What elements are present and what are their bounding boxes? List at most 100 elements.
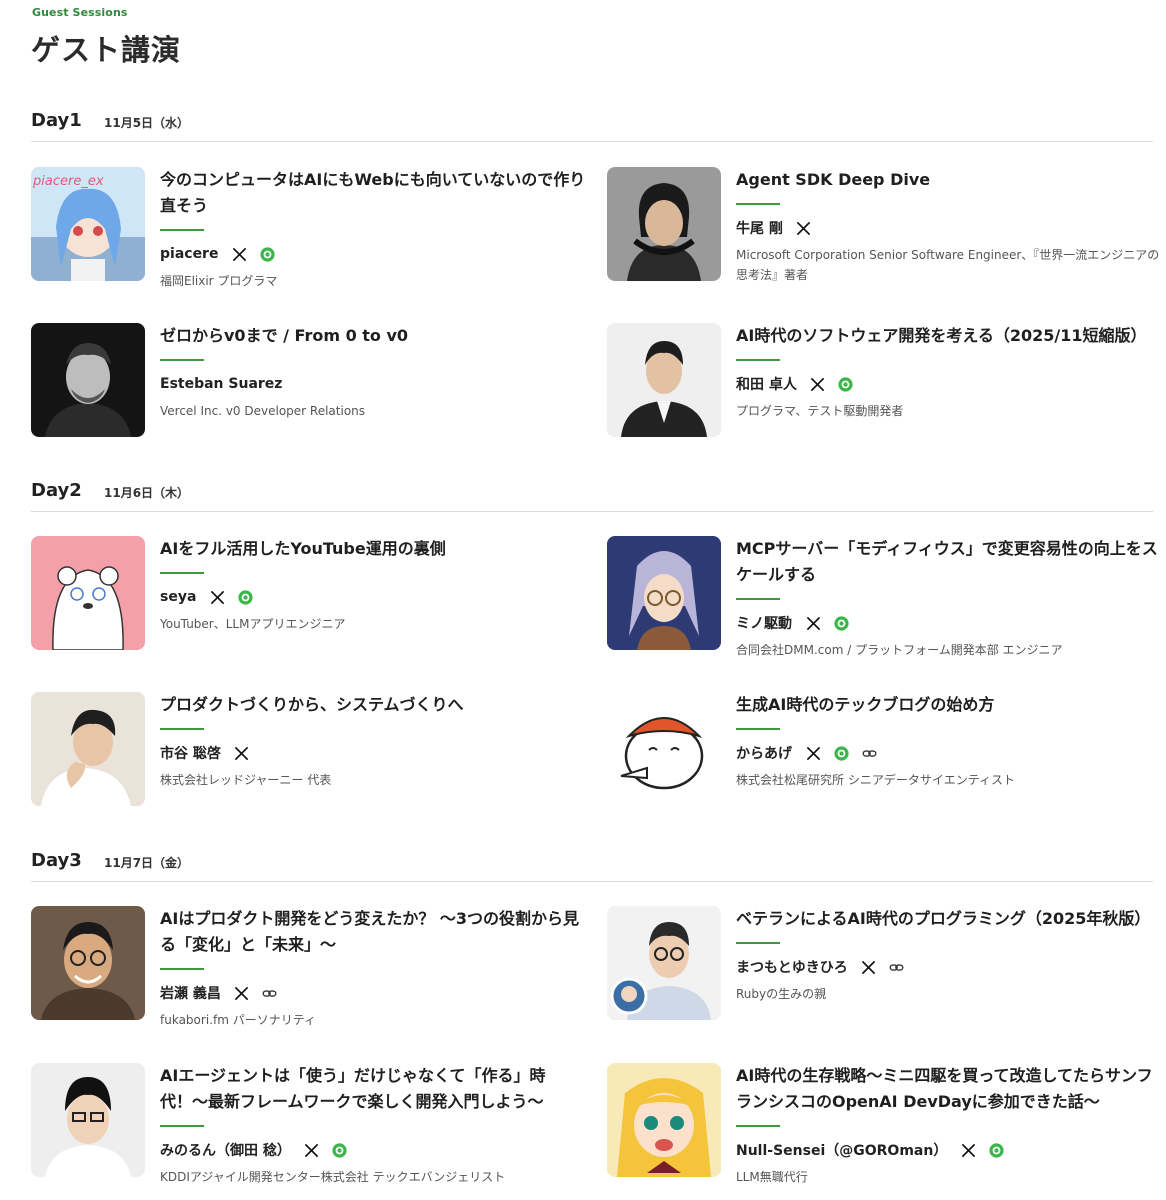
day-date: 11月7日（金） xyxy=(104,856,190,870)
title-divider xyxy=(160,968,204,970)
speaker-row: からあげ xyxy=(736,742,1166,764)
title-divider xyxy=(736,1125,780,1127)
speaker-affiliation: Vercel Inc. v0 Developer Relations xyxy=(160,404,366,418)
page-title: ゲスト講演 xyxy=(31,33,182,67)
web-icon[interactable] xyxy=(236,588,254,606)
speaker-affiliation: Microsoft Corporation Senior Software En… xyxy=(736,248,1160,282)
speaker-photo xyxy=(607,1063,721,1177)
speaker-affiliation: fukabori.fm パーソナリティ xyxy=(160,1013,316,1027)
session-card[interactable]: AIはプロダクト開発をどう変えたか？ 〜3つの役割から見る「変化」と「未来」〜岩… xyxy=(31,906,591,1036)
speaker-row: まつもとゆきひろ xyxy=(736,956,1166,978)
speaker-name: Esteban Suarez xyxy=(160,376,283,392)
svg-text:piacere_ex: piacere_ex xyxy=(32,174,104,189)
title-divider xyxy=(160,728,204,730)
speaker-name: seya xyxy=(160,589,197,605)
web-icon[interactable] xyxy=(987,1141,1005,1159)
speaker-row: 牛尾 剛 xyxy=(736,217,1166,239)
web-icon[interactable] xyxy=(837,375,855,393)
speaker-name: Null-Sensei（@GOROman） xyxy=(736,1143,948,1159)
speaker-row: Esteban Suarez xyxy=(160,373,591,395)
session-card[interactable]: AIをフル活用したYouTube運用の裏側 seya YouTuber、LLMアプリ… xyxy=(31,536,591,666)
session-title[interactable]: ベテランによるAI時代のプログラミング（2025年秋版） xyxy=(736,906,1166,932)
speaker-affiliation: LLM無職代行 xyxy=(736,1170,808,1184)
x-icon[interactable] xyxy=(303,1141,321,1159)
day-header: Day1 11月5日（水） xyxy=(31,110,1153,142)
link-icon[interactable] xyxy=(261,984,279,1002)
web-icon[interactable] xyxy=(331,1141,349,1159)
session-card[interactable]: ベテランによるAI時代のプログラミング（2025年秋版） まつもとゆきひろ Ruby… xyxy=(607,906,1166,1036)
day-date: 11月6日（木） xyxy=(104,486,190,500)
day-date: 11月5日（水） xyxy=(104,116,190,130)
speaker-photo xyxy=(607,906,721,1020)
speaker-name: からあげ xyxy=(736,746,792,762)
session-title[interactable]: Agent SDK Deep Dive xyxy=(736,167,1166,193)
session-title[interactable]: プロダクトづくりから、システムづくりへ xyxy=(160,692,591,718)
session-title[interactable]: MCPサーバー「モディフィウス」で変更容易性の向上をスケールする xyxy=(736,536,1166,588)
speaker-row: seya xyxy=(160,586,591,608)
speaker-name: piacere xyxy=(160,246,219,262)
speaker-row: Null-Sensei（@GOROman） xyxy=(736,1139,1166,1161)
link-icon[interactable] xyxy=(860,744,878,762)
x-icon[interactable] xyxy=(959,1141,977,1159)
speaker-affiliation: Rubyの生みの親 xyxy=(736,987,827,1001)
speaker-photo xyxy=(31,692,145,806)
session-title[interactable]: AIはプロダクト開発をどう変えたか？ 〜3つの役割から見る「変化」と「未来」〜 xyxy=(160,906,591,958)
speaker-photo xyxy=(31,536,145,650)
speaker-row: piacere xyxy=(160,243,591,265)
speaker-photo xyxy=(607,692,721,806)
x-icon[interactable] xyxy=(860,958,878,976)
title-divider xyxy=(736,942,780,944)
link-icon[interactable] xyxy=(888,958,906,976)
session-title[interactable]: AI時代のソフトウェア開発を考える（2025/11短縮版） xyxy=(736,323,1166,349)
session-card[interactable]: Agent SDK Deep Dive 牛尾 剛 Microsoft Corpora… xyxy=(607,167,1166,297)
speaker-row: 和田 卓人 xyxy=(736,373,1166,395)
day-header: Day2 11月6日（木） xyxy=(31,480,1153,512)
x-icon[interactable] xyxy=(208,588,226,606)
x-icon[interactable] xyxy=(795,219,813,237)
x-icon[interactable] xyxy=(233,744,251,762)
x-icon[interactable] xyxy=(809,375,827,393)
session-title[interactable]: AIをフル活用したYouTube運用の裏側 xyxy=(160,536,591,562)
speaker-affiliation: KDDIアジャイル開発センター株式会社 テックエバンジェリスト xyxy=(160,1170,506,1184)
session-card[interactable]: MCPサーバー「モディフィウス」で変更容易性の向上をスケールするミノ駆動合同会社… xyxy=(607,536,1166,666)
session-card[interactable]: ゼロからv0まで / From 0 to v0 Esteban Suarez Ver… xyxy=(31,323,591,453)
speaker-affiliation: 合同会社DMM.com / プラットフォーム開発本部 エンジニア xyxy=(736,643,1063,657)
speaker-name: ミノ駆動 xyxy=(736,616,792,632)
speaker-name: 市谷 聡啓 xyxy=(160,746,221,762)
x-icon[interactable] xyxy=(804,744,822,762)
session-card[interactable]: AIエージェントは「使う」だけじゃなくて「作る」時代！〜最新フレームワークで楽し… xyxy=(31,1063,591,1193)
session-title[interactable]: AI時代の生存戦略〜ミニ四駆を買って改造してたらサンフランシスコのOpenAI … xyxy=(736,1063,1166,1115)
speaker-photo xyxy=(607,536,721,650)
session-card[interactable]: AI時代のソフトウェア開発を考える（2025/11短縮版） 和田 卓人 プログラマ、… xyxy=(607,323,1166,453)
speaker-row: 市谷 聡啓 xyxy=(160,742,591,764)
title-divider xyxy=(160,359,204,361)
title-divider xyxy=(160,572,204,574)
x-icon[interactable] xyxy=(230,245,248,263)
speaker-row: 岩瀬 義昌 xyxy=(160,982,591,1004)
session-title[interactable]: AIエージェントは「使う」だけじゃなくて「作る」時代！〜最新フレームワークで楽し… xyxy=(160,1063,591,1115)
session-title[interactable]: 今のコンピュータはAIにもWebにも向いていないので作り直そう xyxy=(160,167,591,219)
title-divider xyxy=(160,229,204,231)
session-card[interactable]: AI時代の生存戦略〜ミニ四駆を買って改造してたらサンフランシスコのOpenAI … xyxy=(607,1063,1166,1193)
x-icon[interactable] xyxy=(233,984,251,1002)
speaker-row: みのるん（御田 稔） xyxy=(160,1139,591,1161)
web-icon[interactable] xyxy=(832,744,850,762)
session-card[interactable]: piacere_ex 今のコンピュータはAIにもWebにも向いていないので作り直そ… xyxy=(31,167,591,297)
x-icon[interactable] xyxy=(804,614,822,632)
speaker-name: 岩瀬 義昌 xyxy=(160,986,221,1002)
session-card[interactable]: プロダクトづくりから、システムづくりへ 市谷 聡啓 株式会社レッドジャーニー 代表 xyxy=(31,692,591,822)
title-divider xyxy=(160,1125,204,1127)
speaker-row: ミノ駆動 xyxy=(736,612,1166,634)
eyebrow-label: Guest Sessions xyxy=(32,6,128,19)
speaker-name: 和田 卓人 xyxy=(736,377,797,393)
web-icon[interactable] xyxy=(832,614,850,632)
session-card[interactable]: 生成AI時代のテックブログの始め方 からあげ 株式会社松尾研究所 シニアデータサイエ… xyxy=(607,692,1166,822)
speaker-photo: piacere_ex xyxy=(31,167,145,281)
speaker-photo xyxy=(607,323,721,437)
speaker-photo xyxy=(31,1063,145,1177)
day-label: Day2 xyxy=(31,480,82,501)
web-icon[interactable] xyxy=(258,245,276,263)
speaker-name: 牛尾 剛 xyxy=(736,221,783,237)
session-title[interactable]: 生成AI時代のテックブログの始め方 xyxy=(736,692,1166,718)
session-title[interactable]: ゼロからv0まで / From 0 to v0 xyxy=(160,323,591,349)
